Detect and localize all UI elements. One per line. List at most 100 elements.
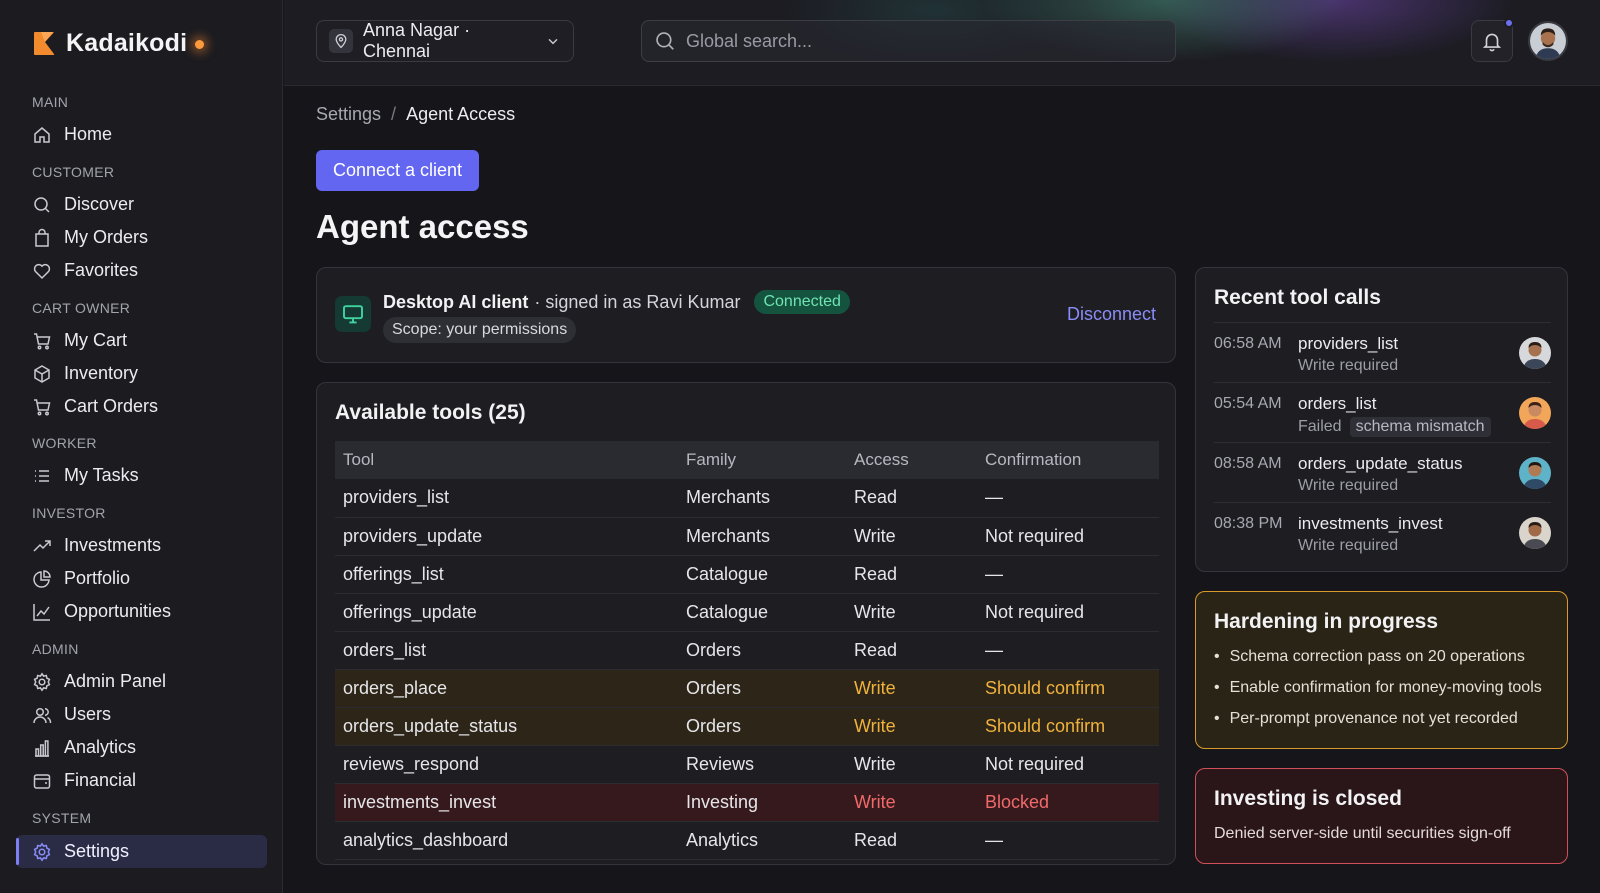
table-row[interactable]: orders_place Orders Write Should confirm [335, 669, 1159, 708]
confirmation-cell: Not required [977, 593, 1159, 632]
sidebar-item-favorites[interactable]: Favorites [16, 254, 267, 287]
user-avatar[interactable] [1528, 21, 1568, 61]
brand[interactable]: Kadaikodi [32, 28, 205, 58]
access-cell: Read [846, 821, 977, 860]
column-header-family[interactable]: Family [678, 441, 846, 479]
hardening-list: Schema correction pass on 20 operations … [1214, 648, 1542, 741]
connect-client-button[interactable]: Connect a client [316, 150, 479, 191]
breadcrumb-separator: / [391, 104, 397, 124]
recent-status: Failed schema mismatch [1298, 417, 1491, 437]
family-cell: Catalogue [678, 593, 846, 632]
column-header-tool[interactable]: Tool [335, 441, 678, 479]
table-row[interactable]: orders_update_status Orders Write Should co… [335, 707, 1159, 746]
closed-title: Investing is closed [1214, 787, 1402, 810]
sidebar-item-label: Settings [64, 841, 130, 861]
access-cell: Write [846, 745, 977, 784]
table-row[interactable]: reviews_respond Reviews Write Not required [335, 745, 1159, 784]
wallet-icon [33, 773, 51, 789]
client-signed-in: · signed in as Ravi Kumar [534, 291, 741, 312]
nav-section-admin: ADMIN [32, 641, 79, 657]
sidebar-item-users[interactable]: Users [16, 698, 267, 731]
sidebar-item-portfolio[interactable]: Portfolio [16, 562, 267, 595]
confirmation-cell: Not required [977, 517, 1159, 556]
list-item[interactable]: 08:58 AM orders_update_status Write requ… [1214, 442, 1551, 502]
nav-section-cart-owner: CART OWNER [32, 300, 131, 316]
list-item[interactable]: 05:54 AM orders_list Failed schema misma… [1214, 382, 1551, 442]
table-row[interactable]: providers_update Merchants Write Not requir… [335, 517, 1159, 556]
sidebar-item-discover[interactable]: Discover [16, 188, 267, 221]
confirmation-cell: — [977, 479, 1159, 518]
sidebar-item-inventory[interactable]: Inventory [16, 357, 267, 390]
sidebar-item-label: Investments [64, 535, 162, 555]
table-row[interactable]: investments_invest Investing Write Blocked [335, 783, 1159, 822]
confirmation-cell: Blocked [977, 783, 1159, 822]
sidebar-item-settings[interactable]: Settings [16, 835, 267, 868]
closed-text: Denied server-side until securities sign… [1214, 825, 1511, 842]
disconnect-button[interactable]: Disconnect [1067, 304, 1156, 325]
search-icon [656, 32, 674, 50]
tool-name-cell: providers_list [335, 479, 678, 518]
family-cell: Merchants [678, 517, 846, 556]
sidebar-item-my-cart[interactable]: My Cart [16, 324, 267, 357]
search-input[interactable] [686, 30, 1163, 52]
sidebar-item-home[interactable]: Home [16, 118, 267, 151]
recent-status-text: Failed [1298, 418, 1342, 435]
column-header-access[interactable]: Access [846, 441, 977, 479]
table-row[interactable]: orders_list Orders Read — [335, 631, 1159, 670]
notifications-button[interactable] [1471, 18, 1514, 62]
sidebar-item-label: Users [64, 704, 112, 724]
sidebar-item-my-tasks[interactable]: My Tasks [16, 459, 267, 492]
column-header-confirmation[interactable]: Confirmation [977, 441, 1159, 479]
recent-time: 08:38 PM [1214, 515, 1283, 532]
sidebar-item-analytics[interactable]: Analytics [16, 731, 267, 764]
tools-table-body: providers_list Merchants Read — providers_up… [335, 479, 1159, 860]
confirmation-cell: Not required [977, 745, 1159, 784]
location-selector[interactable]: Anna Nagar · Chennai [316, 20, 574, 62]
breadcrumb-settings-link[interactable]: Settings [316, 104, 381, 125]
sidebar-item-label: Home [64, 124, 113, 144]
table-row[interactable]: offerings_list Catalogue Read — [335, 555, 1159, 594]
list-item[interactable]: 06:58 AM providers_list Write required [1214, 322, 1551, 382]
brand-logo-icon [34, 32, 55, 55]
sidebar-item-opportunities[interactable]: Opportunities [16, 595, 267, 628]
scope-pill: Scope: your permissions [383, 317, 577, 343]
sidebar-item-investments[interactable]: Investments [16, 529, 267, 562]
search-icon [34, 196, 50, 213]
tool-name-cell: investments_invest [335, 783, 678, 822]
family-cell: Reviews [678, 745, 846, 784]
table-row[interactable]: analytics_dashboard Analytics Read — [335, 821, 1159, 860]
status-badge: Connected [754, 290, 850, 314]
sidebar-item-admin-panel[interactable]: Admin Panel [16, 665, 267, 698]
family-cell: Analytics [678, 821, 846, 860]
client-card: Desktop AI client · signed in as Ravi Ku… [316, 267, 1176, 363]
access-cell: Write [846, 707, 977, 746]
tool-name-cell: offerings_update [335, 593, 678, 632]
recent-status-text: Write required [1298, 477, 1399, 494]
family-cell: Orders [678, 707, 846, 746]
investing-closed-notice: Investing is closed Denied server-side u… [1195, 768, 1568, 864]
sidebar-item-my-orders[interactable]: My Orders [16, 221, 267, 254]
recent-time: 05:54 AM [1214, 395, 1282, 412]
tool-name-cell: orders_update_status [335, 707, 678, 746]
table-row[interactable]: providers_list Merchants Read — [335, 479, 1159, 518]
bell-icon [1482, 33, 1502, 52]
tools-table: Tool Family Access Confirmation provider… [335, 441, 1159, 860]
home-icon [34, 126, 50, 143]
hardening-item: Per-prompt provenance not yet recorded [1214, 710, 1542, 741]
recent-tool-calls-card: Recent tool calls 06:58 AM providers_lis… [1195, 267, 1568, 572]
access-cell: Read [846, 479, 977, 518]
sidebar-item-label: Admin Panel [64, 671, 167, 691]
family-cell: Merchants [678, 479, 846, 518]
sidebar-item-financial[interactable]: Financial [16, 764, 267, 797]
recent-status-text: Write required [1298, 357, 1399, 374]
family-cell: Catalogue [678, 555, 846, 594]
table-header-row: Tool Family Access Confirmation [335, 441, 1159, 479]
tools-card: Available tools (25) Tool Family Access … [316, 382, 1176, 865]
recent-tool-name: providers_list [1298, 334, 1399, 353]
list-item[interactable]: 08:38 PM investments_invest Write requir… [1214, 502, 1551, 562]
sidebar-item-cart-orders[interactable]: Cart Orders [16, 390, 267, 423]
table-row[interactable]: offerings_update Catalogue Write Not requir… [335, 593, 1159, 632]
global-search[interactable] [641, 20, 1176, 62]
heart-icon [33, 263, 51, 279]
pie-chart-icon [33, 569, 51, 588]
